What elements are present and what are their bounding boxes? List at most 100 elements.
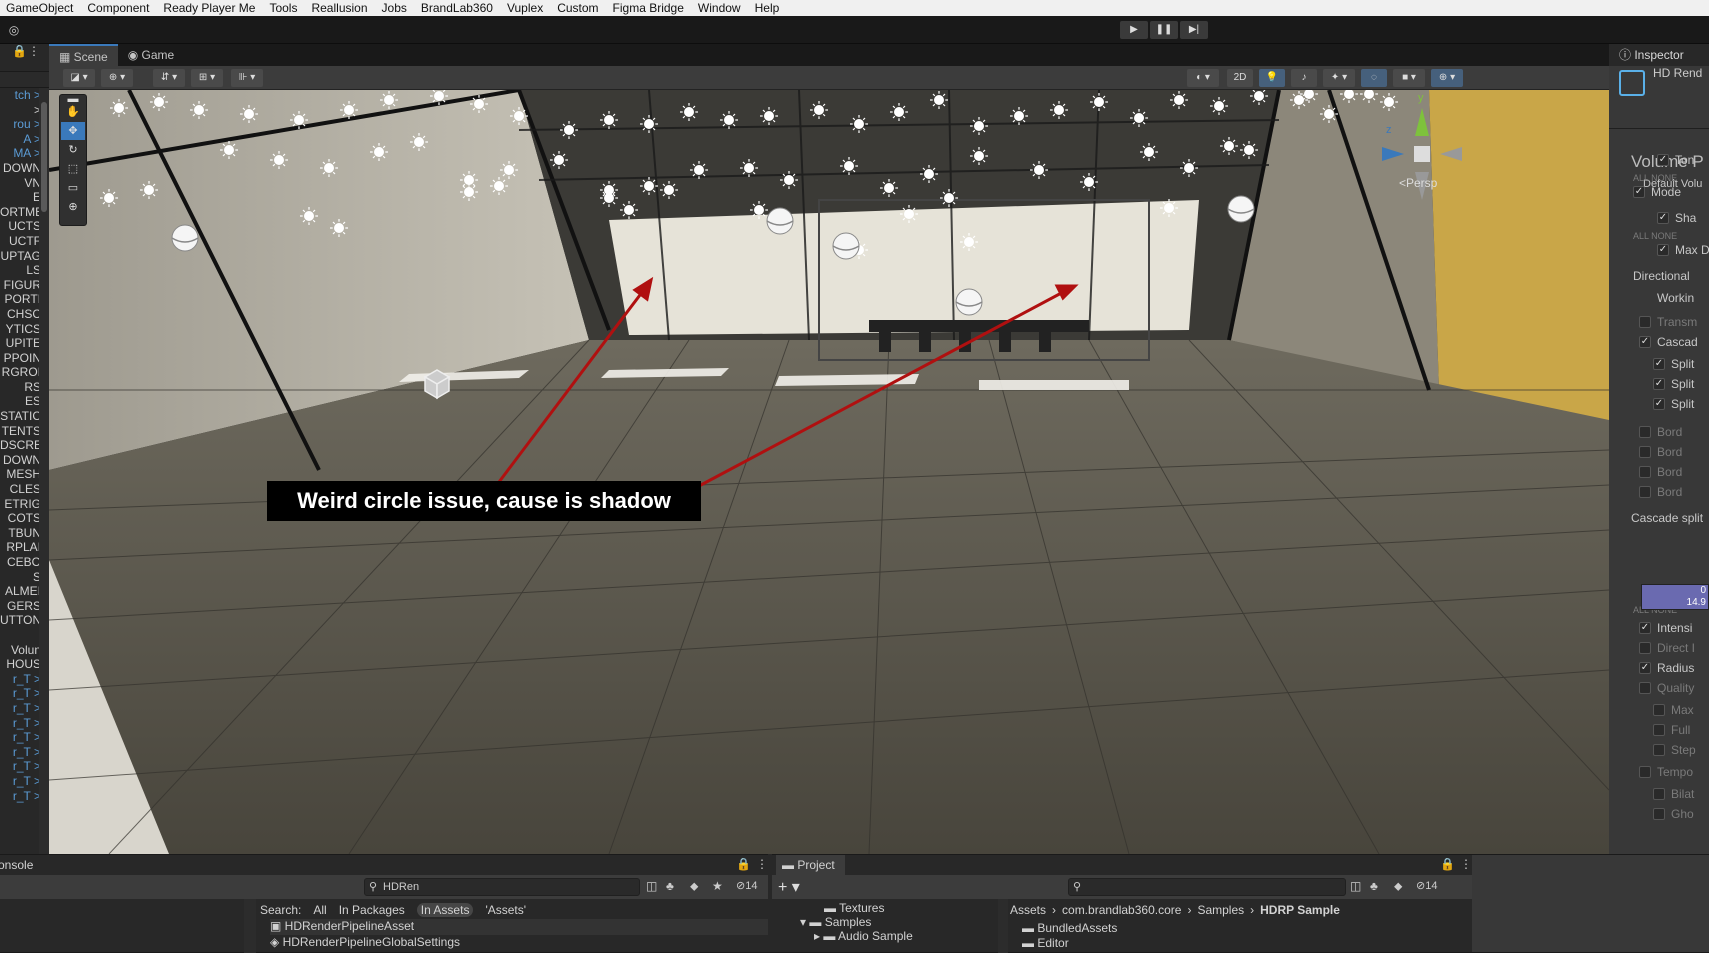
tab-game[interactable]: ◉ Game	[118, 44, 185, 66]
filter-in-assets[interactable]: In Assets	[416, 903, 474, 917]
label-icon[interactable]: ⬥	[690, 879, 698, 894]
move-tool-icon[interactable]: ✥	[61, 122, 85, 140]
checkbox[interactable]	[1639, 316, 1651, 328]
inspector-tab[interactable]: ⓘ Inspector	[1609, 44, 1709, 66]
global-dropdown[interactable]: ⊕ ▾	[101, 69, 133, 87]
checkbox[interactable]	[1639, 486, 1651, 498]
rect-tool-icon[interactable]: ▭	[61, 179, 85, 197]
filter-icon[interactable]: ◫	[646, 879, 657, 893]
menu-item[interactable]: Custom	[557, 1, 598, 15]
hidden-count-badge[interactable]: ⊘14	[1416, 879, 1437, 892]
play-button[interactable]: ▶	[1120, 21, 1148, 39]
tree-item[interactable]: ▬ Textures	[824, 901, 884, 915]
hierarchy-scrollbar[interactable]	[39, 88, 49, 854]
label-icon[interactable]: ⬥	[1394, 879, 1402, 894]
filter-all[interactable]: All	[313, 903, 326, 917]
list-item[interactable]: ▬ Editor	[1022, 936, 1069, 950]
checkbox[interactable]: ✓	[1653, 378, 1665, 390]
menu-item[interactable]: BrandLab360	[421, 1, 493, 15]
menu-item[interactable]: Component	[87, 1, 149, 15]
persp-label[interactable]: <Persp	[1399, 176, 1437, 190]
checkbox[interactable]	[1639, 466, 1651, 478]
checkbox[interactable]: ✓	[1639, 336, 1651, 348]
breadcrumb-item[interactable]: Assets	[1010, 903, 1046, 917]
favorite-icon[interactable]: ★	[712, 879, 723, 893]
menu-item[interactable]: Figma Bridge	[613, 1, 684, 15]
checkbox[interactable]	[1653, 704, 1665, 716]
gizmos-dropdown[interactable]: ⊕ ▾	[1431, 69, 1463, 87]
checkbox[interactable]: ✓	[1633, 186, 1645, 198]
checkbox[interactable]	[1653, 808, 1665, 820]
breadcrumb-item[interactable]: com.brandlab360.core	[1062, 903, 1181, 917]
cube-gizmo[interactable]	[423, 369, 451, 400]
checkbox[interactable]: ✓	[1653, 358, 1665, 370]
increment-snap-dropdown[interactable]: ⊪ ▾	[231, 69, 263, 87]
hand-tool-icon[interactable]: ✋	[61, 103, 85, 121]
scale-tool-icon[interactable]: ⬚	[61, 160, 85, 178]
filter-in-packages[interactable]: In Packages	[339, 903, 405, 917]
pause-button[interactable]: ❚❚	[1150, 21, 1178, 39]
more-icon[interactable]: ⋮	[28, 44, 40, 58]
type-filter-icon[interactable]: ♣	[1370, 879, 1378, 893]
checkbox[interactable]	[1653, 744, 1665, 756]
transform-tool-icon[interactable]: ⊕	[61, 198, 85, 216]
camera-dropdown[interactable]: ■ ▾	[1393, 69, 1425, 87]
grid-snap-dropdown[interactable]: ⊞ ▾	[191, 69, 223, 87]
menu-item[interactable]: Help	[755, 1, 780, 15]
more-icon[interactable]: ⋮	[1460, 857, 1472, 871]
checkbox[interactable]	[1653, 788, 1665, 800]
add-button[interactable]: + ▾	[778, 877, 800, 897]
menu-item[interactable]: Jobs	[382, 1, 407, 15]
menu-item[interactable]: GameObject	[6, 1, 73, 15]
menu-item[interactable]: Vuplex	[507, 1, 543, 15]
chevron-down-icon[interactable]: ▾	[800, 915, 809, 929]
checkbox[interactable]: ✓	[1653, 398, 1665, 410]
asset-search-input[interactable]: ⚲ HDRen	[364, 878, 640, 896]
scene-viewport[interactable]: ▬ ✋ ✥ ↻ ⬚ ▭ ⊕ <Persp y z Weird circle is…	[49, 90, 1609, 854]
checkbox[interactable]: ✓	[1657, 154, 1669, 166]
checkbox[interactable]: ✓	[1657, 212, 1669, 224]
lock-icon[interactable]: 🔒	[736, 857, 751, 871]
2d-toggle[interactable]: 2D	[1227, 69, 1253, 87]
list-item[interactable]: ◈ HDRenderPipelineGlobalSettings	[270, 935, 460, 949]
checkbox[interactable]: ✓	[1639, 662, 1651, 674]
lighting-toggle[interactable]: 💡	[1259, 69, 1285, 87]
cascade-split-bar[interactable]: 0 14.9	[1641, 584, 1709, 610]
project-tree-scrollbar[interactable]	[998, 899, 1008, 953]
effects-dropdown[interactable]: ✦ ▾	[1323, 69, 1355, 87]
filter-icon[interactable]: ◫	[1350, 879, 1361, 893]
checkbox[interactable]	[1653, 724, 1665, 736]
pivot-dropdown[interactable]: ⇵ ▾	[153, 69, 185, 87]
tab-console[interactable]: onsole	[0, 855, 33, 875]
checkbox[interactable]	[1639, 766, 1651, 778]
tab-scene[interactable]: ▦ Scene	[49, 44, 118, 66]
visibility-toggle[interactable]: ◌	[1361, 69, 1387, 87]
filter-assets-folder[interactable]: 'Assets'	[485, 903, 526, 917]
breadcrumb-item[interactable]: HDRP Sample	[1260, 903, 1340, 917]
lock-icon[interactable]: 🔒	[1440, 857, 1455, 871]
chevron-right-icon[interactable]: ▸	[814, 929, 823, 943]
shading-dropdown[interactable]: ◐ ▾	[1187, 69, 1219, 87]
checkbox[interactable]: ✓	[1639, 622, 1651, 634]
audio-toggle[interactable]: ♪	[1291, 69, 1317, 87]
console-scrollbar[interactable]	[244, 899, 256, 953]
checkbox[interactable]: ✓	[1657, 244, 1669, 256]
draw-mode-dropdown[interactable]: ◪ ▾	[63, 69, 95, 87]
tree-item[interactable]: ▾ ▬ Samples	[800, 915, 871, 929]
project-search-input[interactable]: ⚲	[1068, 878, 1346, 896]
inspector-row[interactable]: ALL NONE	[1633, 228, 1677, 244]
step-button[interactable]: ▶|	[1180, 21, 1208, 39]
checkbox[interactable]	[1639, 426, 1651, 438]
menu-item[interactable]: Tools	[269, 1, 297, 15]
lock-icon[interactable]: 🔒	[12, 44, 27, 58]
account-icon[interactable]: ◎	[4, 21, 24, 39]
checkbox[interactable]	[1639, 642, 1651, 654]
menu-item[interactable]: Window	[698, 1, 741, 15]
menu-item[interactable]: Ready Player Me	[163, 1, 255, 15]
rotate-tool-icon[interactable]: ↻	[61, 141, 85, 159]
tab-project[interactable]: ▬ Project	[776, 855, 845, 875]
breadcrumb-item[interactable]: Samples	[1197, 903, 1244, 917]
checkbox[interactable]	[1639, 446, 1651, 458]
list-item[interactable]: ▬ BundledAssets	[1022, 921, 1117, 935]
hierarchy-search[interactable]	[0, 72, 49, 88]
